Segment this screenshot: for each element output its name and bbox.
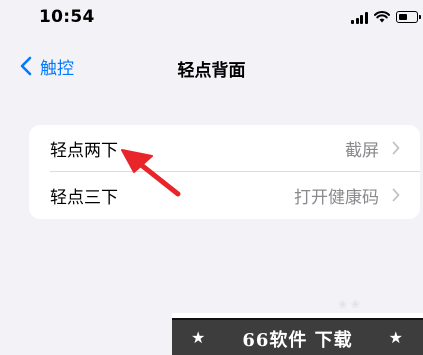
navigation-bar: 触控 轻点背面 bbox=[0, 48, 423, 84]
signal-icon bbox=[351, 12, 368, 24]
status-time: 10:54 bbox=[39, 7, 95, 27]
row-value: 打开健康码 bbox=[294, 188, 379, 208]
watermark-banner: ★ 66软件 下载 ★ bbox=[172, 313, 423, 355]
list-item-double-tap[interactable]: 轻点两下 截屏 bbox=[29, 125, 420, 172]
row-label: 轻点三下 bbox=[50, 188, 118, 208]
paw-watermark-icon: ❀ ❀ bbox=[338, 298, 360, 311]
red-arrow-icon bbox=[121, 149, 181, 197]
battery-icon bbox=[396, 11, 421, 23]
settings-group: 轻点两下 截屏 轻点三下 打开健康码 bbox=[29, 125, 420, 219]
wifi-icon bbox=[374, 11, 390, 23]
row-label: 轻点两下 bbox=[50, 141, 118, 161]
chevron-right-icon bbox=[392, 188, 400, 202]
list-item-triple-tap[interactable]: 轻点三下 打开健康码 bbox=[29, 172, 420, 219]
status-bar: 10:54 bbox=[0, 0, 423, 40]
row-value: 截屏 bbox=[345, 141, 379, 161]
page-title: 轻点背面 bbox=[177, 61, 246, 81]
watermark-text: 66软件 下载 bbox=[242, 330, 353, 351]
chevron-right-icon bbox=[392, 141, 400, 155]
star-icon: ★ bbox=[388, 328, 403, 347]
